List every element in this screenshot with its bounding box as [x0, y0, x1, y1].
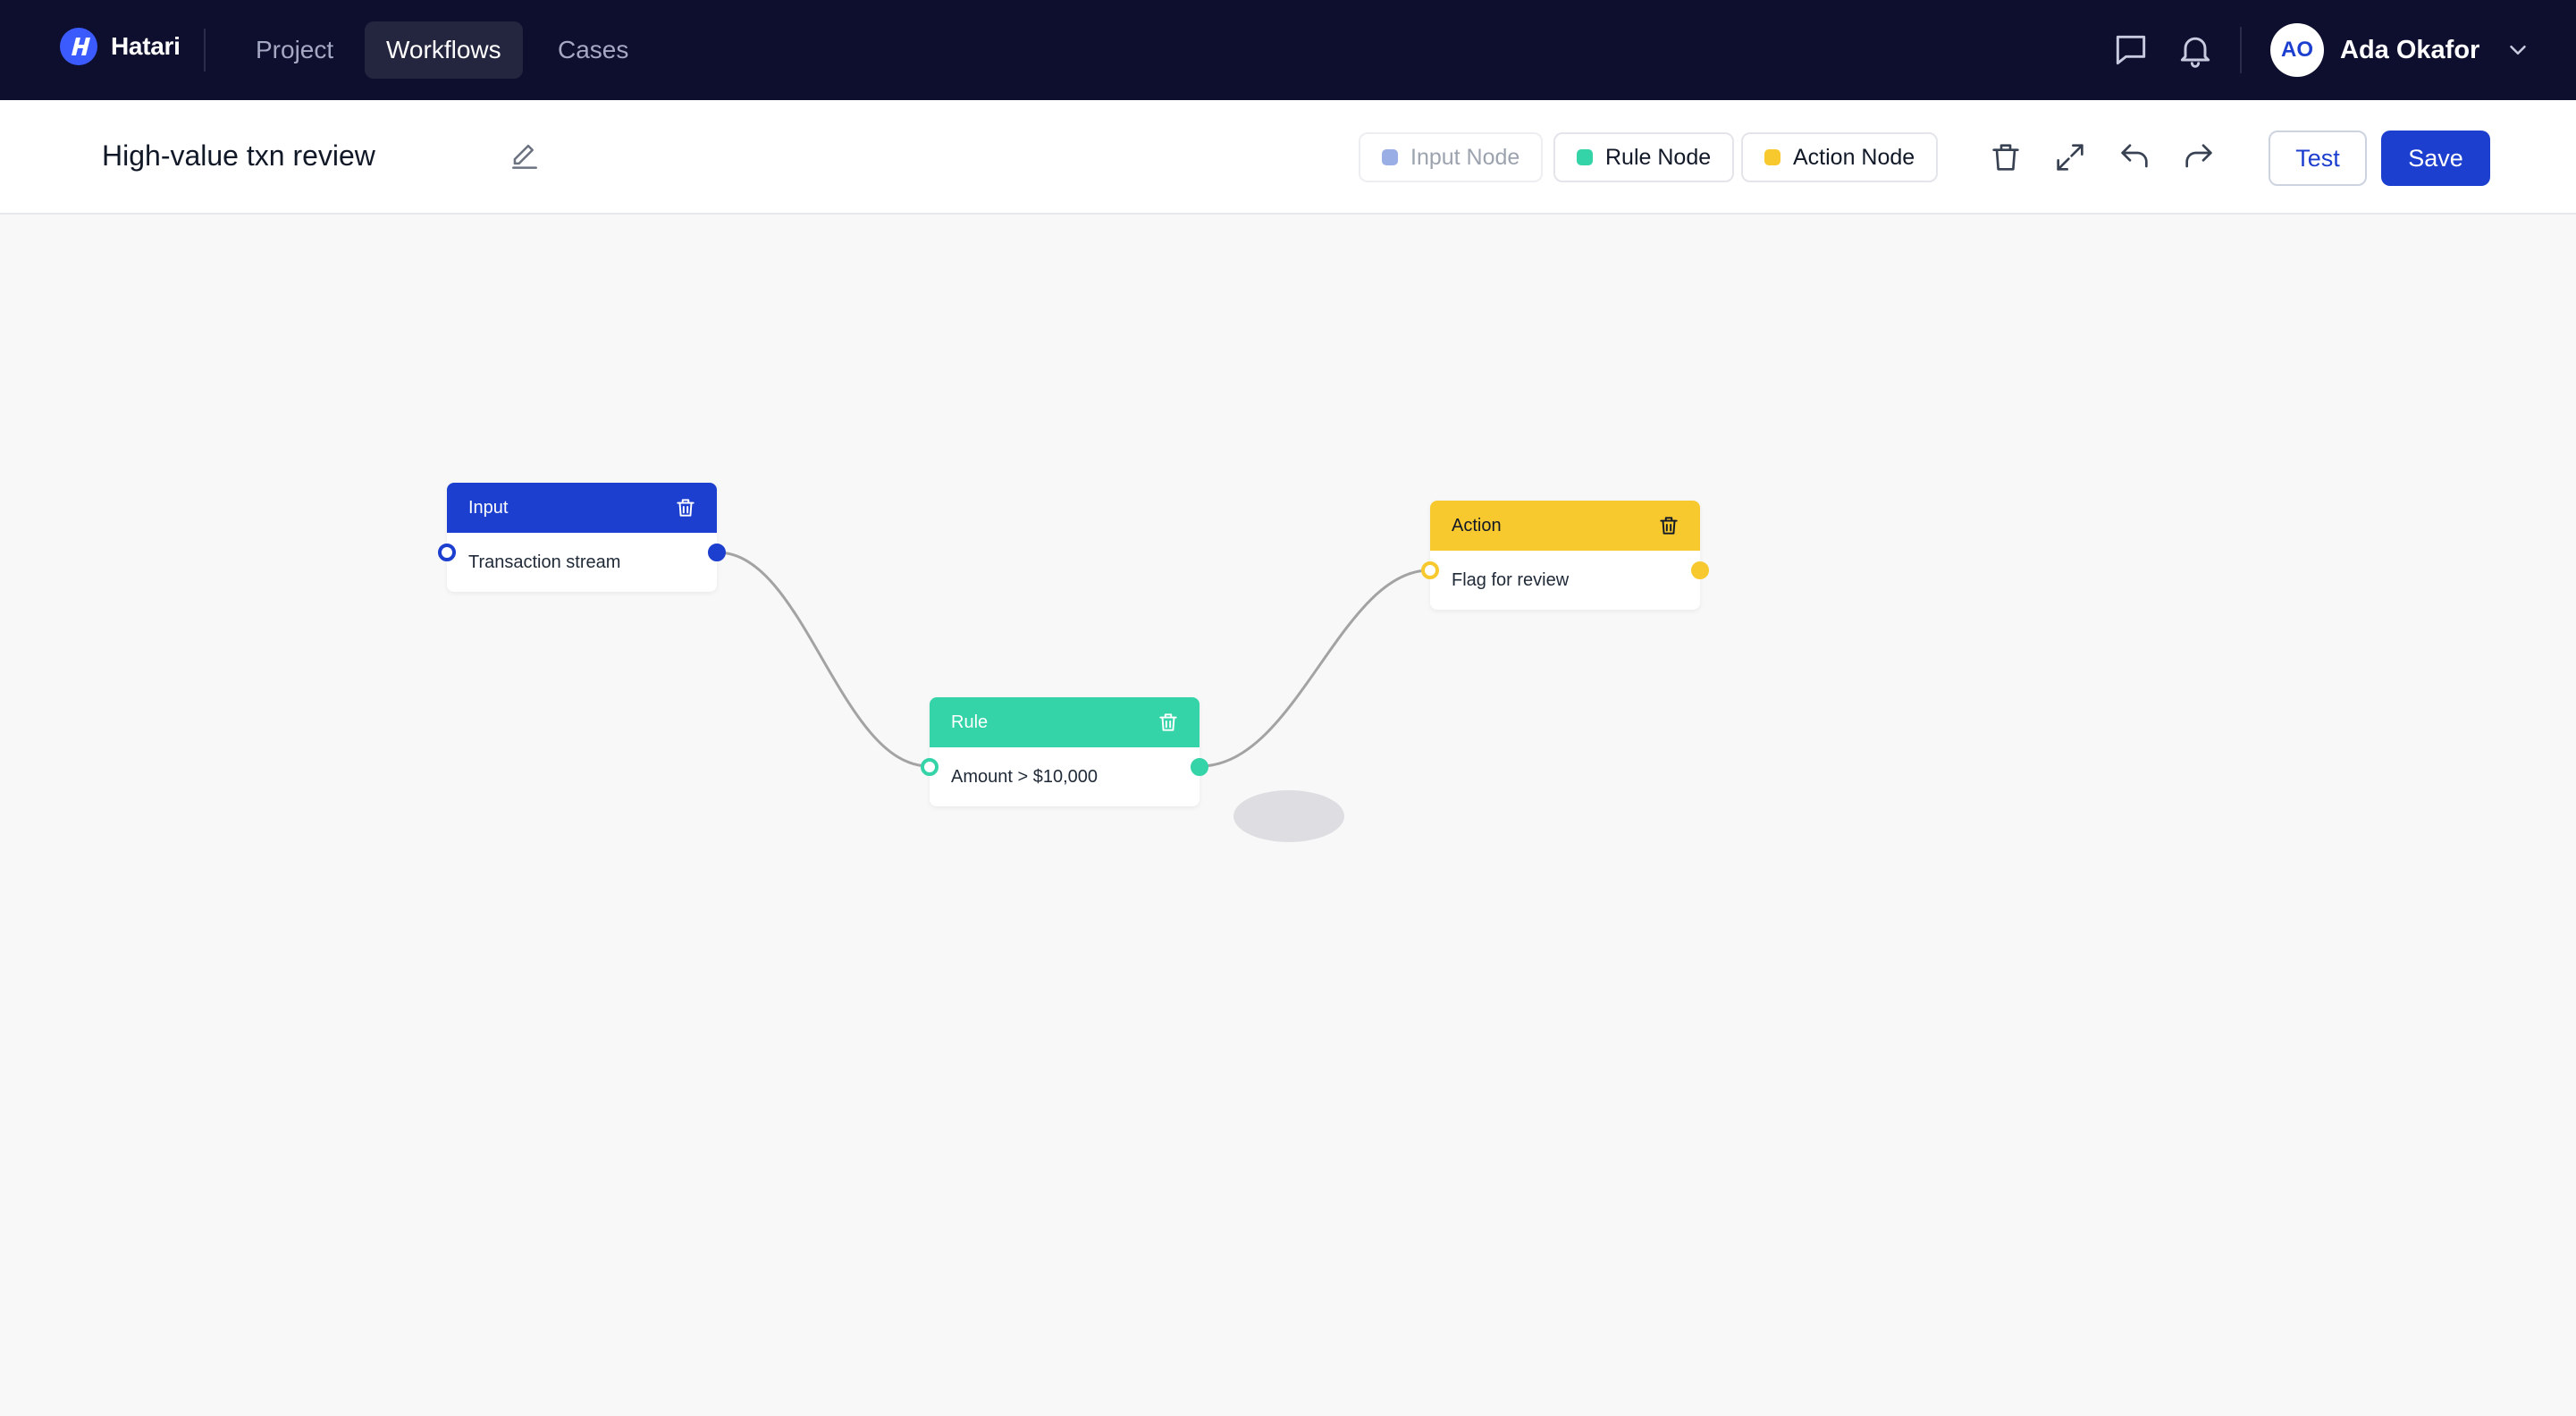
workflow-title: High-value txn review: [102, 139, 375, 172]
action-node-out-port[interactable]: [1691, 561, 1709, 579]
top-navigation-bar: Hatari Project Workflows Cases AO Ada Ok…: [0, 0, 2576, 100]
node-content: Transaction stream: [468, 552, 621, 572]
node-title: Input: [468, 497, 509, 518]
node-rule[interactable]: Rule Amount > $10,000: [930, 697, 1200, 806]
nav-divider-right: [2240, 27, 2242, 73]
redo-icon[interactable]: [2181, 139, 2217, 175]
trash-icon[interactable]: [1657, 514, 1680, 537]
node-header: Rule: [930, 697, 1200, 747]
palette-label: Rule Node: [1605, 144, 1712, 170]
nav-item-workflows[interactable]: Workflows: [365, 21, 523, 79]
input-node-swatch: [1382, 149, 1398, 165]
bell-icon[interactable]: [2176, 30, 2215, 70]
expand-icon[interactable]: [2052, 139, 2088, 175]
palette-label: Action Node: [1793, 144, 1915, 170]
palette-input-node[interactable]: Input Node: [1359, 132, 1544, 182]
save-button[interactable]: Save: [2381, 131, 2490, 186]
palette-label: Input Node: [1410, 144, 1520, 170]
node-content: Flag for review: [1452, 569, 1570, 590]
node-title: Action: [1452, 515, 1502, 535]
rule-node-out-port[interactable]: [1191, 758, 1208, 776]
undo-icon[interactable]: [2117, 139, 2152, 175]
input-node-in-port[interactable]: [438, 544, 456, 561]
nav-divider: [204, 29, 206, 72]
node-header: Input: [447, 483, 717, 533]
action-node-in-port[interactable]: [1421, 561, 1439, 579]
chat-icon[interactable]: [2111, 30, 2151, 70]
node-action[interactable]: Action Flag for review: [1430, 501, 1700, 610]
avatar: AO: [2270, 23, 2324, 77]
workflow-toolbar: High-value txn review Input Node Rule No…: [0, 100, 2576, 215]
nav-item-project[interactable]: Project: [234, 21, 355, 79]
node-title: Rule: [951, 712, 989, 732]
node-input[interactable]: Input Transaction stream: [447, 483, 717, 592]
node-header: Action: [1430, 501, 1700, 551]
brand-name: Hatari: [111, 32, 181, 60]
brand[interactable]: Hatari: [59, 27, 181, 66]
nav-item-cases[interactable]: Cases: [536, 21, 650, 79]
rule-node-swatch: [1577, 149, 1593, 165]
user-name: Ada Okafor: [2340, 35, 2480, 64]
action-node-swatch: [1764, 149, 1780, 165]
test-button[interactable]: Test: [2269, 131, 2367, 186]
pencil-icon[interactable]: [508, 139, 542, 173]
drop-placeholder: [1233, 790, 1344, 842]
input-node-out-port[interactable]: [708, 544, 726, 561]
chevron-down-icon[interactable]: [2504, 37, 2531, 63]
rule-node-in-port[interactable]: [921, 758, 939, 776]
hatari-logo-icon: [60, 28, 97, 65]
trash-icon[interactable]: [674, 496, 697, 519]
trash-icon[interactable]: [1988, 139, 2024, 175]
palette-action-node[interactable]: Action Node: [1741, 132, 1939, 182]
trash-icon[interactable]: [1157, 711, 1180, 734]
palette-rule-node[interactable]: Rule Node: [1553, 132, 1735, 182]
node-content: Amount > $10,000: [951, 766, 1099, 787]
user-menu[interactable]: AO Ada Okafor: [2270, 22, 2531, 78]
